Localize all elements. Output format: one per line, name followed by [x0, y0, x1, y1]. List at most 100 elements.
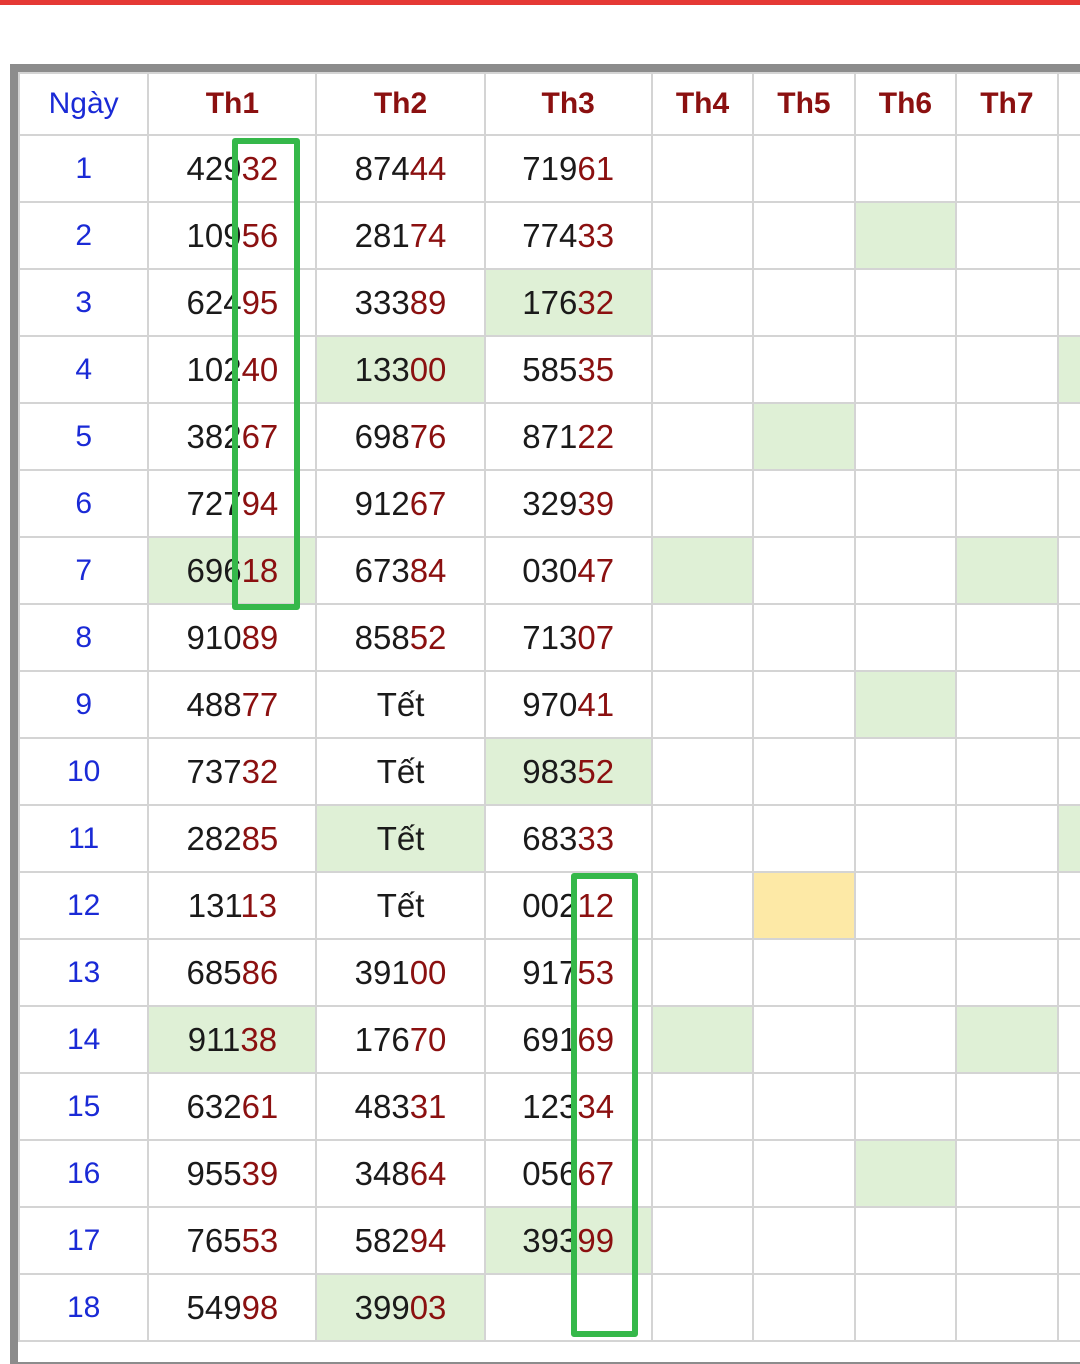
- result-cell-month-6: [853, 268, 958, 337]
- number-last-two-digits: 76: [409, 417, 447, 455]
- result-cell-month-7: [955, 469, 1059, 538]
- result-cell-month-2: 34864: [315, 1139, 486, 1208]
- day-number: 9: [17, 670, 150, 739]
- result-cell-month-4: [650, 938, 755, 1007]
- number-last-two-digits: 32: [241, 149, 279, 187]
- number-last-two-digits: 98: [241, 1288, 279, 1326]
- result-cell-month-4: [650, 536, 755, 605]
- result-cell-month-4: [650, 1206, 755, 1275]
- result-cell-month-5: [752, 402, 856, 471]
- result-cell-month-2: 67384: [315, 536, 486, 605]
- result-cell-month-3: 03047: [483, 536, 653, 605]
- number-last-two-digits: 33: [577, 819, 615, 857]
- number-last-two-digits: 00: [409, 350, 447, 388]
- number-last-two-digits: 00: [409, 953, 447, 991]
- result-cell-month-3: 32939: [483, 469, 653, 538]
- result-cell-month-4: [650, 335, 755, 404]
- overflow-cell: [1056, 134, 1080, 203]
- number-last-two-digits: 39: [577, 484, 615, 522]
- results-table-container: Ngày Th1 Th2 Th3 Th4 Th5 Th6 Th7 1 42932 8…: [17, 72, 1080, 1362]
- result-cell-month-2: Tết: [315, 871, 486, 940]
- table-row: 16 95539 34864 05667: [17, 1139, 1080, 1208]
- result-cell-month-1: 54998: [147, 1273, 318, 1342]
- result-cell-month-4: [650, 1072, 755, 1141]
- table-row: 9 48877 Tết 97041: [17, 670, 1080, 739]
- number-last-two-digits: 99: [577, 1221, 615, 1259]
- number-last-two-digits: 85: [241, 819, 279, 857]
- result-cell-month-7: [955, 134, 1059, 203]
- number-leading-digits: 483: [354, 1087, 410, 1125]
- number-last-two-digits: 84: [409, 551, 447, 589]
- result-cell-month-2: 17670: [315, 1005, 486, 1074]
- overflow-cell: [1056, 536, 1080, 605]
- number-last-two-digits: 32: [241, 752, 279, 790]
- result-cell-month-1: 62495: [147, 268, 318, 337]
- number-leading-digits: 102: [186, 350, 242, 388]
- number-leading-digits: 632: [186, 1087, 242, 1125]
- result-cell-month-1: 76553: [147, 1206, 318, 1275]
- number-last-two-digits: 94: [241, 484, 279, 522]
- number-last-two-digits: 95: [241, 283, 279, 321]
- result-cell-month-2: 48331: [315, 1072, 486, 1141]
- result-cell-month-7: [955, 268, 1059, 337]
- overflow-cell: [1056, 1005, 1080, 1074]
- number-last-two-digits: 47: [577, 551, 615, 589]
- result-cell-month-7: [955, 1273, 1059, 1342]
- result-cell-month-2: 85852: [315, 603, 486, 672]
- overflow-cell: [1056, 603, 1080, 672]
- number-leading-digits: 329: [522, 484, 578, 522]
- day-number: 6: [17, 469, 150, 538]
- result-cell-month-6: [853, 201, 958, 270]
- day-number: 15: [17, 1072, 150, 1141]
- number-leading-digits: 176: [522, 283, 578, 321]
- table-row: 17 76553 58294 39399: [17, 1206, 1080, 1275]
- result-cell-month-2: 39903: [315, 1273, 486, 1342]
- number-leading-digits: 698: [354, 417, 410, 455]
- number-last-two-digits: 89: [409, 283, 447, 321]
- number-leading-digits: 176: [354, 1020, 410, 1058]
- result-cell-month-4: [650, 402, 755, 471]
- result-cell-month-3: 98352: [483, 737, 653, 806]
- number-last-two-digits: 86: [241, 953, 279, 991]
- result-cell-month-4: [650, 804, 755, 873]
- result-cell-month-6: [853, 536, 958, 605]
- result-cell-month-7: [955, 335, 1059, 404]
- day-number: 10: [17, 737, 150, 806]
- day-number: 18: [17, 1273, 150, 1342]
- result-cell-month-3: 12334: [483, 1072, 653, 1141]
- result-cell-month-5: [752, 737, 856, 806]
- result-cell-month-6: [853, 938, 958, 1007]
- number-leading-digits: 871: [522, 417, 578, 455]
- number-last-two-digits: 67: [409, 484, 447, 522]
- result-cell-month-4: [650, 871, 755, 940]
- overflow-cell: [1056, 402, 1080, 471]
- number-leading-digits: 970: [522, 685, 578, 723]
- number-last-two-digits: 38: [240, 1020, 278, 1058]
- overflow-cell: [1056, 670, 1080, 739]
- result-cell-month-4: [650, 1005, 755, 1074]
- result-cell-month-1: 72794: [147, 469, 318, 538]
- result-cell-month-7: [955, 1005, 1059, 1074]
- result-cell-month-1: 91138: [147, 1005, 318, 1074]
- number-leading-digits: 333: [354, 283, 410, 321]
- number-leading-digits: 002: [522, 886, 578, 924]
- number-leading-digits: 765: [186, 1221, 242, 1259]
- number-last-two-digits: 74: [409, 216, 447, 254]
- results-table: Ngày Th1 Th2 Th3 Th4 Th5 Th6 Th7 1 42932 8…: [17, 72, 1080, 1342]
- result-cell-month-4: [650, 603, 755, 672]
- number-last-two-digits: 70: [409, 1020, 447, 1058]
- number-last-two-digits: 61: [241, 1087, 279, 1125]
- result-cell-month-5: [752, 201, 856, 270]
- number-last-two-digits: 41: [577, 685, 615, 723]
- number-leading-digits: 391: [354, 953, 410, 991]
- table-row: 1 42932 87444 71961: [17, 134, 1080, 203]
- number-last-two-digits: 52: [577, 752, 615, 790]
- day-number: 17: [17, 1206, 150, 1275]
- day-number: 14: [17, 1005, 150, 1074]
- result-cell-month-7: [955, 201, 1059, 270]
- day-number: 1: [17, 134, 150, 203]
- number-leading-digits: 133: [354, 350, 410, 388]
- overflow-cell: [1056, 871, 1080, 940]
- result-cell-month-2: 33389: [315, 268, 486, 337]
- result-cell-month-6: [853, 1206, 958, 1275]
